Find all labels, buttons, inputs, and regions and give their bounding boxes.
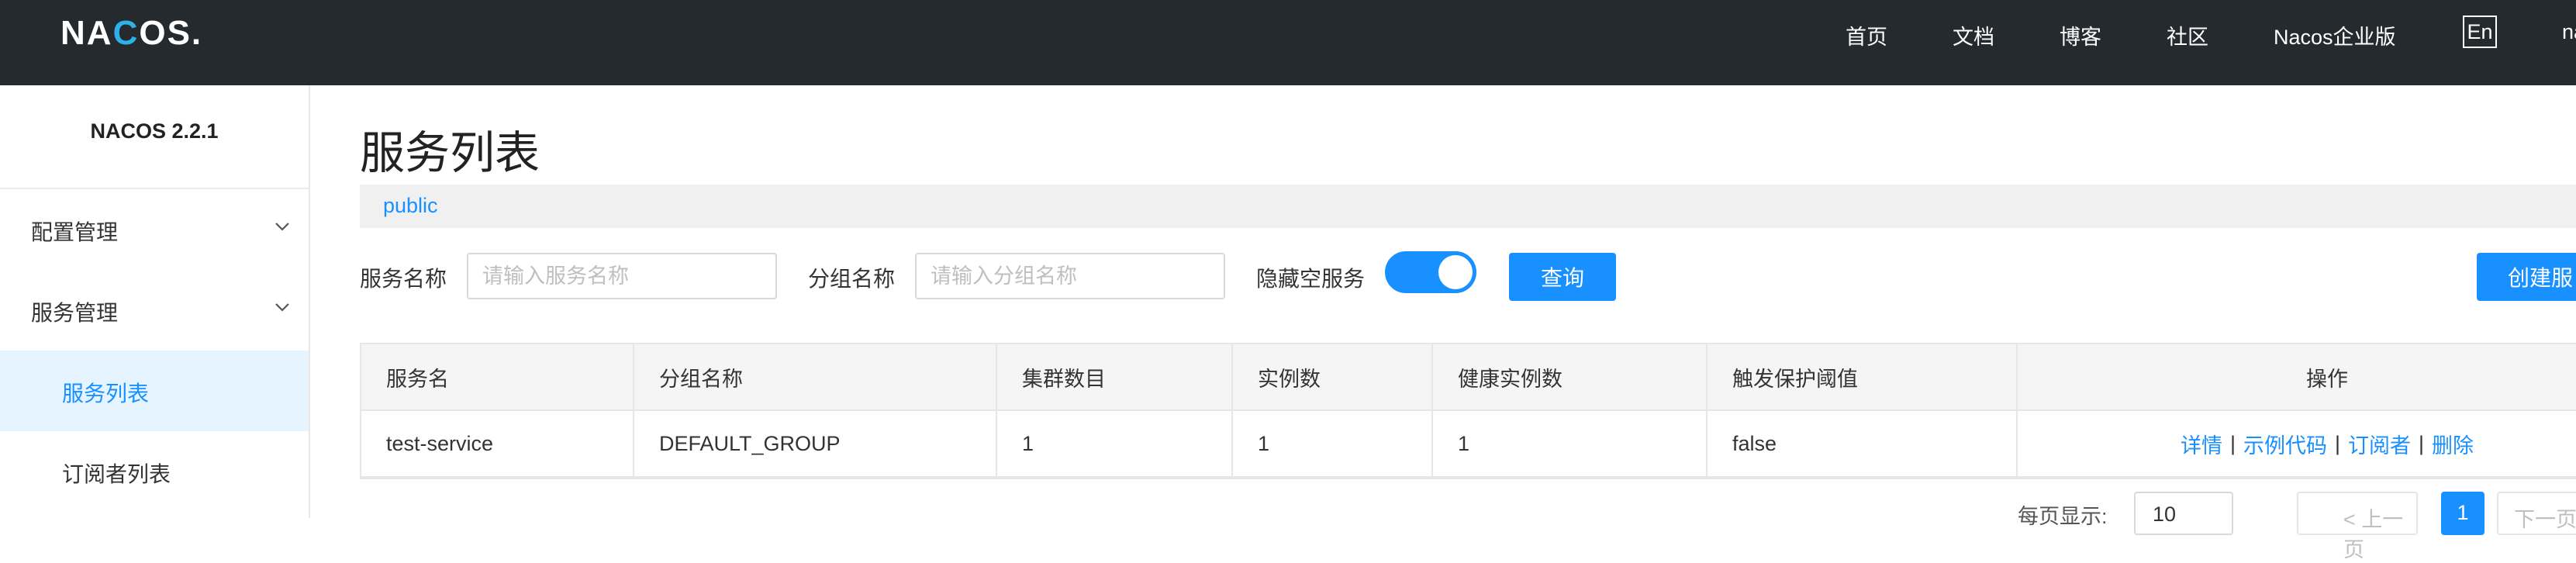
sidebar-item-subscriber-list[interactable]: 订阅者列表 [0,431,309,512]
delete-link[interactable]: 删除 [2432,429,2474,459]
create-service-button[interactable]: 创建服 [2477,253,2576,301]
nav-docs[interactable]: 文档 [1953,20,1994,50]
sidebar-group-config[interactable]: 配置管理 [31,216,118,247]
language-toggle-button[interactable]: En [2463,16,2497,48]
top-navbar: NACOS. 首页 文档 博客 社区 Nacos企业版 En na [0,0,2576,85]
toggle-knob [1438,255,1473,289]
column-header[interactable]: 触发保护阈值 [1706,344,2016,409]
sidebar-group-service[interactable]: 服务管理 [31,296,118,327]
page-size-label: 每页显示: [2018,505,2108,528]
cell-instance-count: 1 [1231,411,1431,476]
prev-page-button[interactable]: < 上一页 [2297,492,2418,561]
sample-code-link[interactable]: 示例代码 [2243,429,2327,459]
column-header: 操作 [2016,344,2576,409]
page-title: 服务列表 [360,128,540,178]
column-header[interactable]: 集群数目 [996,344,1231,409]
cell-healthy-count: 1 [1431,411,1706,476]
service-table: 服务名 分组名称 集群数目 实例数 健康实例数 触发保护阈值 操作 test-s… [360,343,2576,479]
hide-empty-services-label: 隐藏空服务 [1256,267,1366,291]
sidebar-item-label: 服务列表 [62,382,150,406]
chevron-down-icon[interactable] [275,222,289,236]
nav-home[interactable]: 首页 [1846,20,1887,50]
group-name-label: 分组名称 [808,267,896,291]
cell-service-name: test-service [386,431,494,455]
logo-suffix: OS. [139,14,203,52]
page-size-value: 10 [2153,503,2177,526]
query-button[interactable]: 查询 [1509,253,1616,301]
nacos-logo[interactable]: NACOS. [60,14,202,53]
detail-link[interactable]: 详情 [2181,429,2222,459]
nav-blog[interactable]: 博客 [2060,20,2101,50]
logo-accent: C [112,14,140,52]
version-label: NACOS 2.2.1 [90,119,219,143]
cell-actions: 详情 | 示例代码 | 订阅者 | 删除 [2016,411,2576,476]
page-size-select[interactable]: 10 [2134,492,2233,535]
nav-community[interactable]: 社区 [2167,20,2208,50]
cell-group-name: DEFAULT_GROUP [633,411,996,476]
sidebar-item-service-list[interactable]: 服务列表 [0,351,309,431]
column-header[interactable]: 分组名称 [633,344,996,409]
namespace-link-public[interactable]: public [383,194,438,218]
next-page-button[interactable]: 下一页 [2497,492,2576,535]
hide-empty-services-toggle[interactable] [1385,251,1476,293]
namespace-bar: public [360,185,2576,228]
cell-cluster-count: 1 [996,411,1231,476]
prev-page-label: < 上一页 [2343,508,2404,561]
subscribers-link[interactable]: 订阅者 [2348,429,2411,459]
nav-enterprise[interactable]: Nacos企业版 [2274,20,2396,50]
cell-protect-threshold: false [1706,411,2016,476]
table-row: test-service DEFAULT_GROUP 1 1 1 false 详… [361,411,2576,478]
sidebar: NACOS 2.2.1 配置管理 服务管理 服务列表 订阅者列表 [0,85,310,518]
service-name-input[interactable] [467,253,777,299]
column-header[interactable]: 服务名 [361,344,633,409]
chevron-down-icon[interactable] [275,302,289,316]
page-number-current[interactable]: 1 [2441,492,2484,535]
column-header[interactable]: 实例数 [1231,344,1431,409]
table-header-row: 服务名 分组名称 集群数目 实例数 健康实例数 触发保护阈值 操作 [361,344,2576,411]
service-name-label: 服务名称 [360,267,447,291]
column-header[interactable]: 健康实例数 [1431,344,1706,409]
nav-cut-text[interactable]: na [2562,20,2576,44]
sidebar-item-label: 订阅者列表 [62,462,171,486]
group-name-input[interactable] [915,253,1225,299]
sidebar-divider [0,188,309,189]
logo-prefix: NA [60,14,113,52]
